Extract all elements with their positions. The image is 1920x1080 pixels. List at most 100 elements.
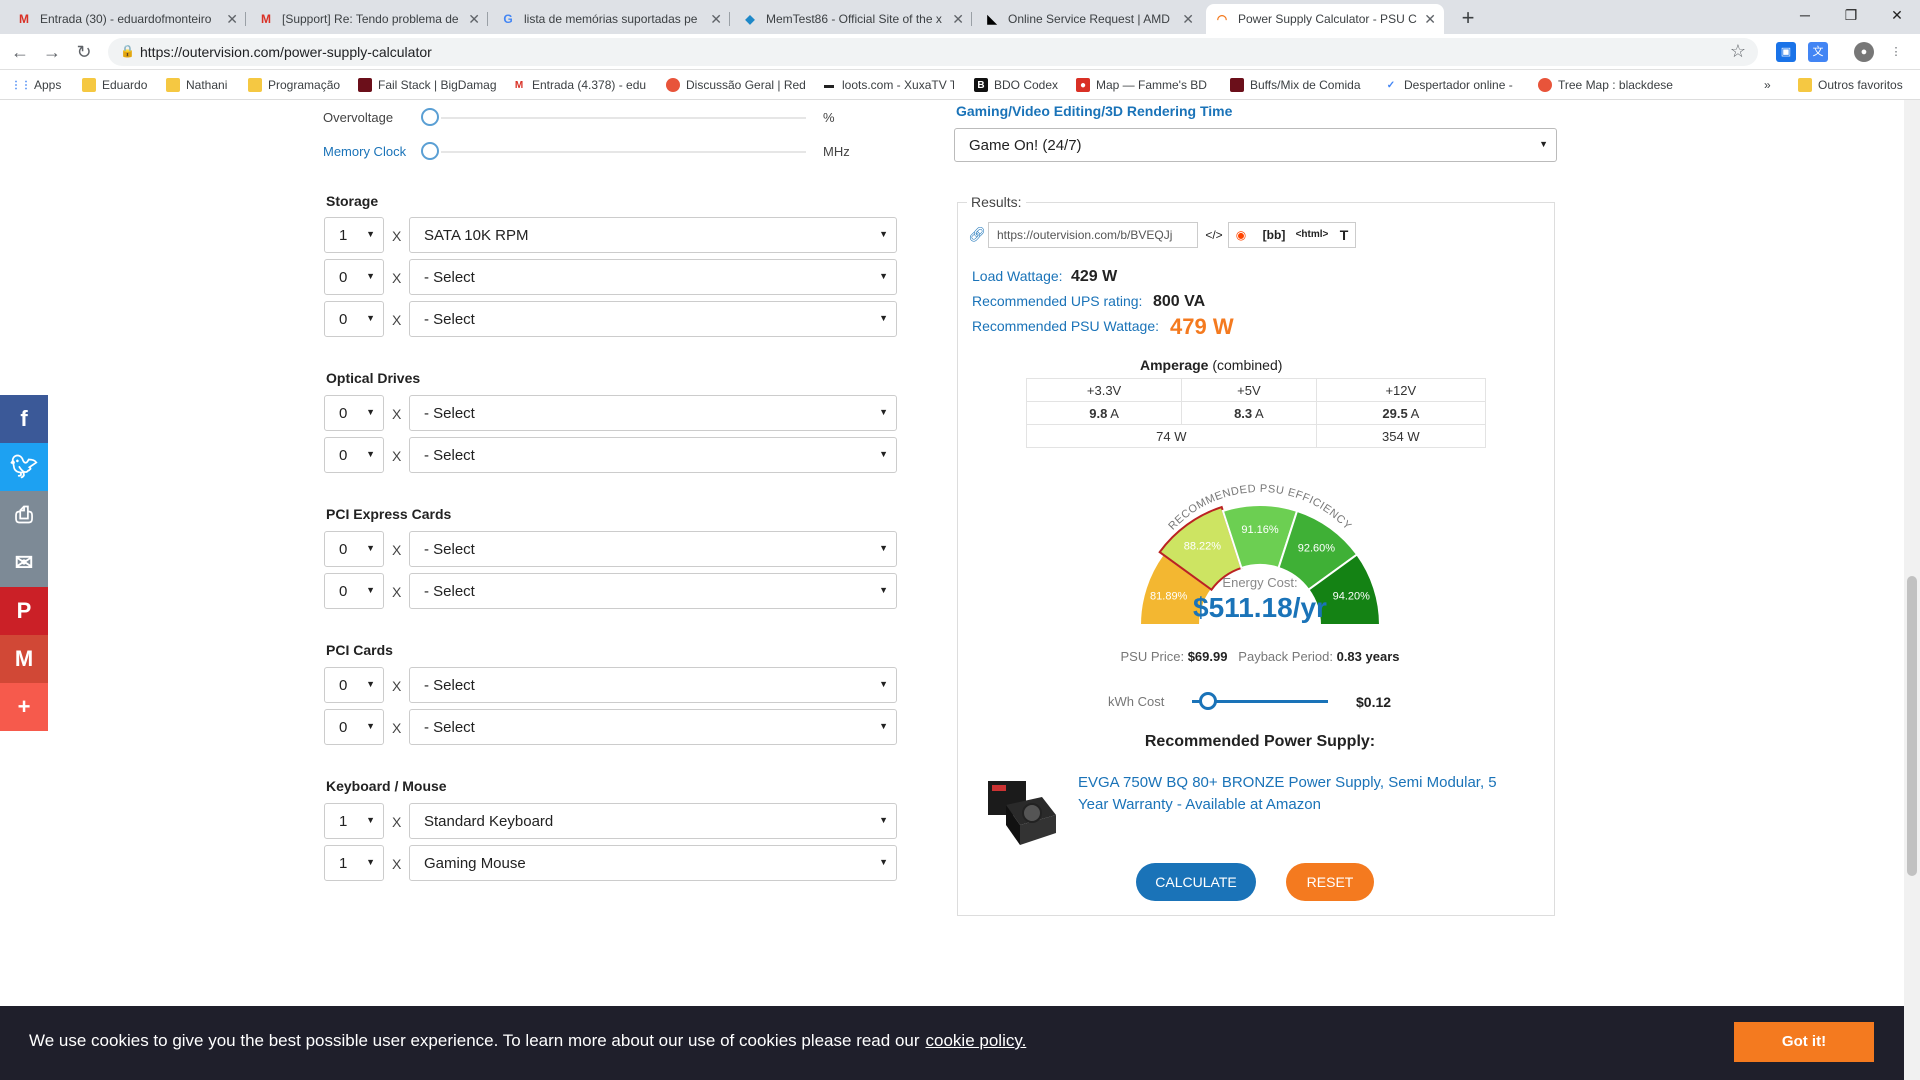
facebook-icon[interactable]: f [0,395,48,443]
bookmark-nathani[interactable]: Nathani [166,76,227,94]
reddit-icon [1538,78,1552,92]
bookmark-map[interactable]: ● Map — Famme's BD [1076,76,1210,94]
bookmark-eduardo[interactable]: Eduardo [82,76,147,94]
twitter-icon[interactable]: 🐦︎ [0,443,48,491]
close-icon[interactable]: ✕ [468,11,480,28]
google-icon: G [503,12,513,26]
back-icon[interactable]: ← [8,40,32,64]
gmail-icon: M [514,79,524,91]
address-bar[interactable]: 🔒 https://outervision.com/power-supply-c… [108,38,1758,66]
overvoltage-slider-track[interactable] [441,117,806,119]
translate-icon[interactable]: 文 [1808,42,1828,62]
bookmark-star-icon[interactable]: ☆ [1730,41,1746,62]
tab-google[interactable]: G lista de memórias suportadas pe ✕ [492,4,730,34]
menu-icon[interactable]: ⋮ [1886,42,1906,62]
recommended-psu-link[interactable]: EVGA 750W BQ 80+ BRONZE Power Supply, Se… [1078,772,1518,816]
cookie-accept-button[interactable]: Got it! [1734,1022,1874,1062]
mouse-qty-select[interactable]: 1 ▼ [324,845,384,881]
reload-icon[interactable]: ↻ [72,40,96,64]
pcie-qty-select[interactable]: 0 ▼ [324,573,384,609]
bookmark-label: Nathani [186,78,228,92]
embed-code-icon[interactable]: </> [1202,222,1226,248]
bookmark-buffs[interactable]: Buffs/Mix de Comida [1230,76,1366,94]
storage-qty-select[interactable]: 0 ▼ [324,301,384,337]
bookmark-label: BDO Codex [994,78,1059,92]
storage-qty-select[interactable]: 0 ▼ [324,259,384,295]
pcie-type-select[interactable]: - Select ▼ [409,531,897,567]
bookmarks-overflow[interactable]: » [1764,76,1771,94]
calculate-button[interactable]: CALCULATE [1136,863,1256,901]
tab-support[interactable]: M [Support] Re: Tendo problema de ✕ [250,4,488,34]
pcie-qty-select[interactable]: 0 ▼ [324,531,384,567]
bookmark-gmail[interactable]: M Entrada (4.378) - edu [512,76,646,94]
tab-gmail-inbox[interactable]: M Entrada (30) - eduardofmonteiro ✕ [8,4,246,34]
pcie-type-select[interactable]: - Select ▼ [409,573,897,609]
pinterest-icon[interactable]: P [0,587,48,635]
bookmark-bdo-codex[interactable]: B BDO Codex [974,76,1058,94]
dropdown-arrow-icon: ▼ [879,313,888,323]
folder-icon [82,78,96,92]
forward-icon[interactable]: → [40,40,64,64]
bookmark-outros[interactable]: Outros favoritos [1798,76,1903,94]
optical-qty-select[interactable]: 0 ▼ [324,395,384,431]
maximize-button[interactable]: ❐ [1828,0,1874,30]
psu-product-image[interactable] [984,775,1060,847]
email-icon[interactable]: ✉ [0,539,48,587]
tab-memtest[interactable]: ◆ MemTest86 - Official Site of the x ✕ [734,4,972,34]
extension-icon[interactable]: ▣ [1776,42,1796,62]
tab-amd[interactable]: ◣ Online Service Request | AMD ✕ [976,4,1202,34]
optical-type-select[interactable]: - Select ▼ [409,395,897,431]
gmail-icon[interactable]: M [0,635,48,683]
minimize-button[interactable]: ─ [1782,0,1828,30]
storage-type-select[interactable]: SATA 10K RPM ▼ [409,217,897,253]
overvoltage-slider-handle[interactable] [421,108,439,126]
memtest-icon: ◆ [745,12,755,26]
avatar[interactable]: ● [1854,42,1874,62]
storage-type-select[interactable]: - Select ▼ [409,259,897,295]
more-icon[interactable]: + [0,683,48,731]
pci-type-select[interactable]: - Select ▼ [409,667,897,703]
rail-amps: 8.3 A [1181,401,1317,425]
text-button[interactable]: T [1334,222,1354,248]
bookmark-despertador[interactable]: ✓ Despertador online - [1384,76,1522,94]
bookmark-programacao[interactable]: Programação [248,76,340,94]
bookmark-failstack[interactable]: Fail Stack | BigDamag [358,76,496,94]
optical-qty-select[interactable]: 0 ▼ [324,437,384,473]
pci-qty-select[interactable]: 0 ▼ [324,667,384,703]
close-window-button[interactable]: ✕ [1874,0,1920,30]
bookmark-loots[interactable]: ▬ loots.com - XuxaTV T [822,76,954,94]
storage-type-select[interactable]: - Select ▼ [409,301,897,337]
close-icon[interactable]: ✕ [226,11,238,28]
optical-type-select[interactable]: - Select ▼ [409,437,897,473]
psu-wattage-label: Recommended PSU Wattage: [972,318,1160,334]
keyboard-qty-select[interactable]: 1 ▼ [324,803,384,839]
gaming-time-select[interactable]: Game On! (24/7) ▼ [954,128,1557,162]
html-button[interactable]: <html> [1292,222,1332,248]
memory-clock-slider-handle[interactable] [421,142,439,160]
memory-clock-slider-track[interactable] [441,151,806,153]
close-icon[interactable]: ✕ [1424,11,1436,28]
bbcode-button[interactable]: [bb] [1258,222,1290,248]
keyboard-type-select[interactable]: Standard Keyboard ▼ [409,803,897,839]
close-icon[interactable]: ✕ [1182,11,1194,28]
cookie-policy-link[interactable]: cookie policy. [926,1031,1027,1050]
tab-psu-calculator[interactable]: ◠ Power Supply Calculator - PSU C ✕ [1206,4,1444,34]
psu-price-value: $69.99 [1187,649,1228,664]
close-icon[interactable]: ✕ [710,11,722,28]
reddit-icon[interactable]: ◉ [1230,222,1252,248]
pci-type-select[interactable]: - Select ▼ [409,709,897,745]
new-tab-button[interactable]: + [1454,4,1482,32]
share-url-input[interactable]: https://outervision.com/b/BVEQJj [988,222,1198,248]
scrollbar-thumb[interactable] [1907,576,1917,876]
overvoltage-label: Overvoltage [323,110,394,125]
bookmark-reddit[interactable]: Discussão Geral | Red [666,76,806,94]
bookmark-apps[interactable]: ⋮⋮ Apps [14,76,61,94]
close-icon[interactable]: ✕ [952,11,964,28]
pci-qty-select[interactable]: 0 ▼ [324,709,384,745]
kwh-cost-slider-handle[interactable] [1199,692,1217,710]
mouse-type-select[interactable]: Gaming Mouse ▼ [409,845,897,881]
bookmark-treemap[interactable]: Tree Map : blackdese [1538,76,1674,94]
print-icon[interactable]: ⎙ [0,491,48,539]
reset-button[interactable]: RESET [1286,863,1374,901]
storage-qty-select[interactable]: 1 ▼ [324,217,384,253]
